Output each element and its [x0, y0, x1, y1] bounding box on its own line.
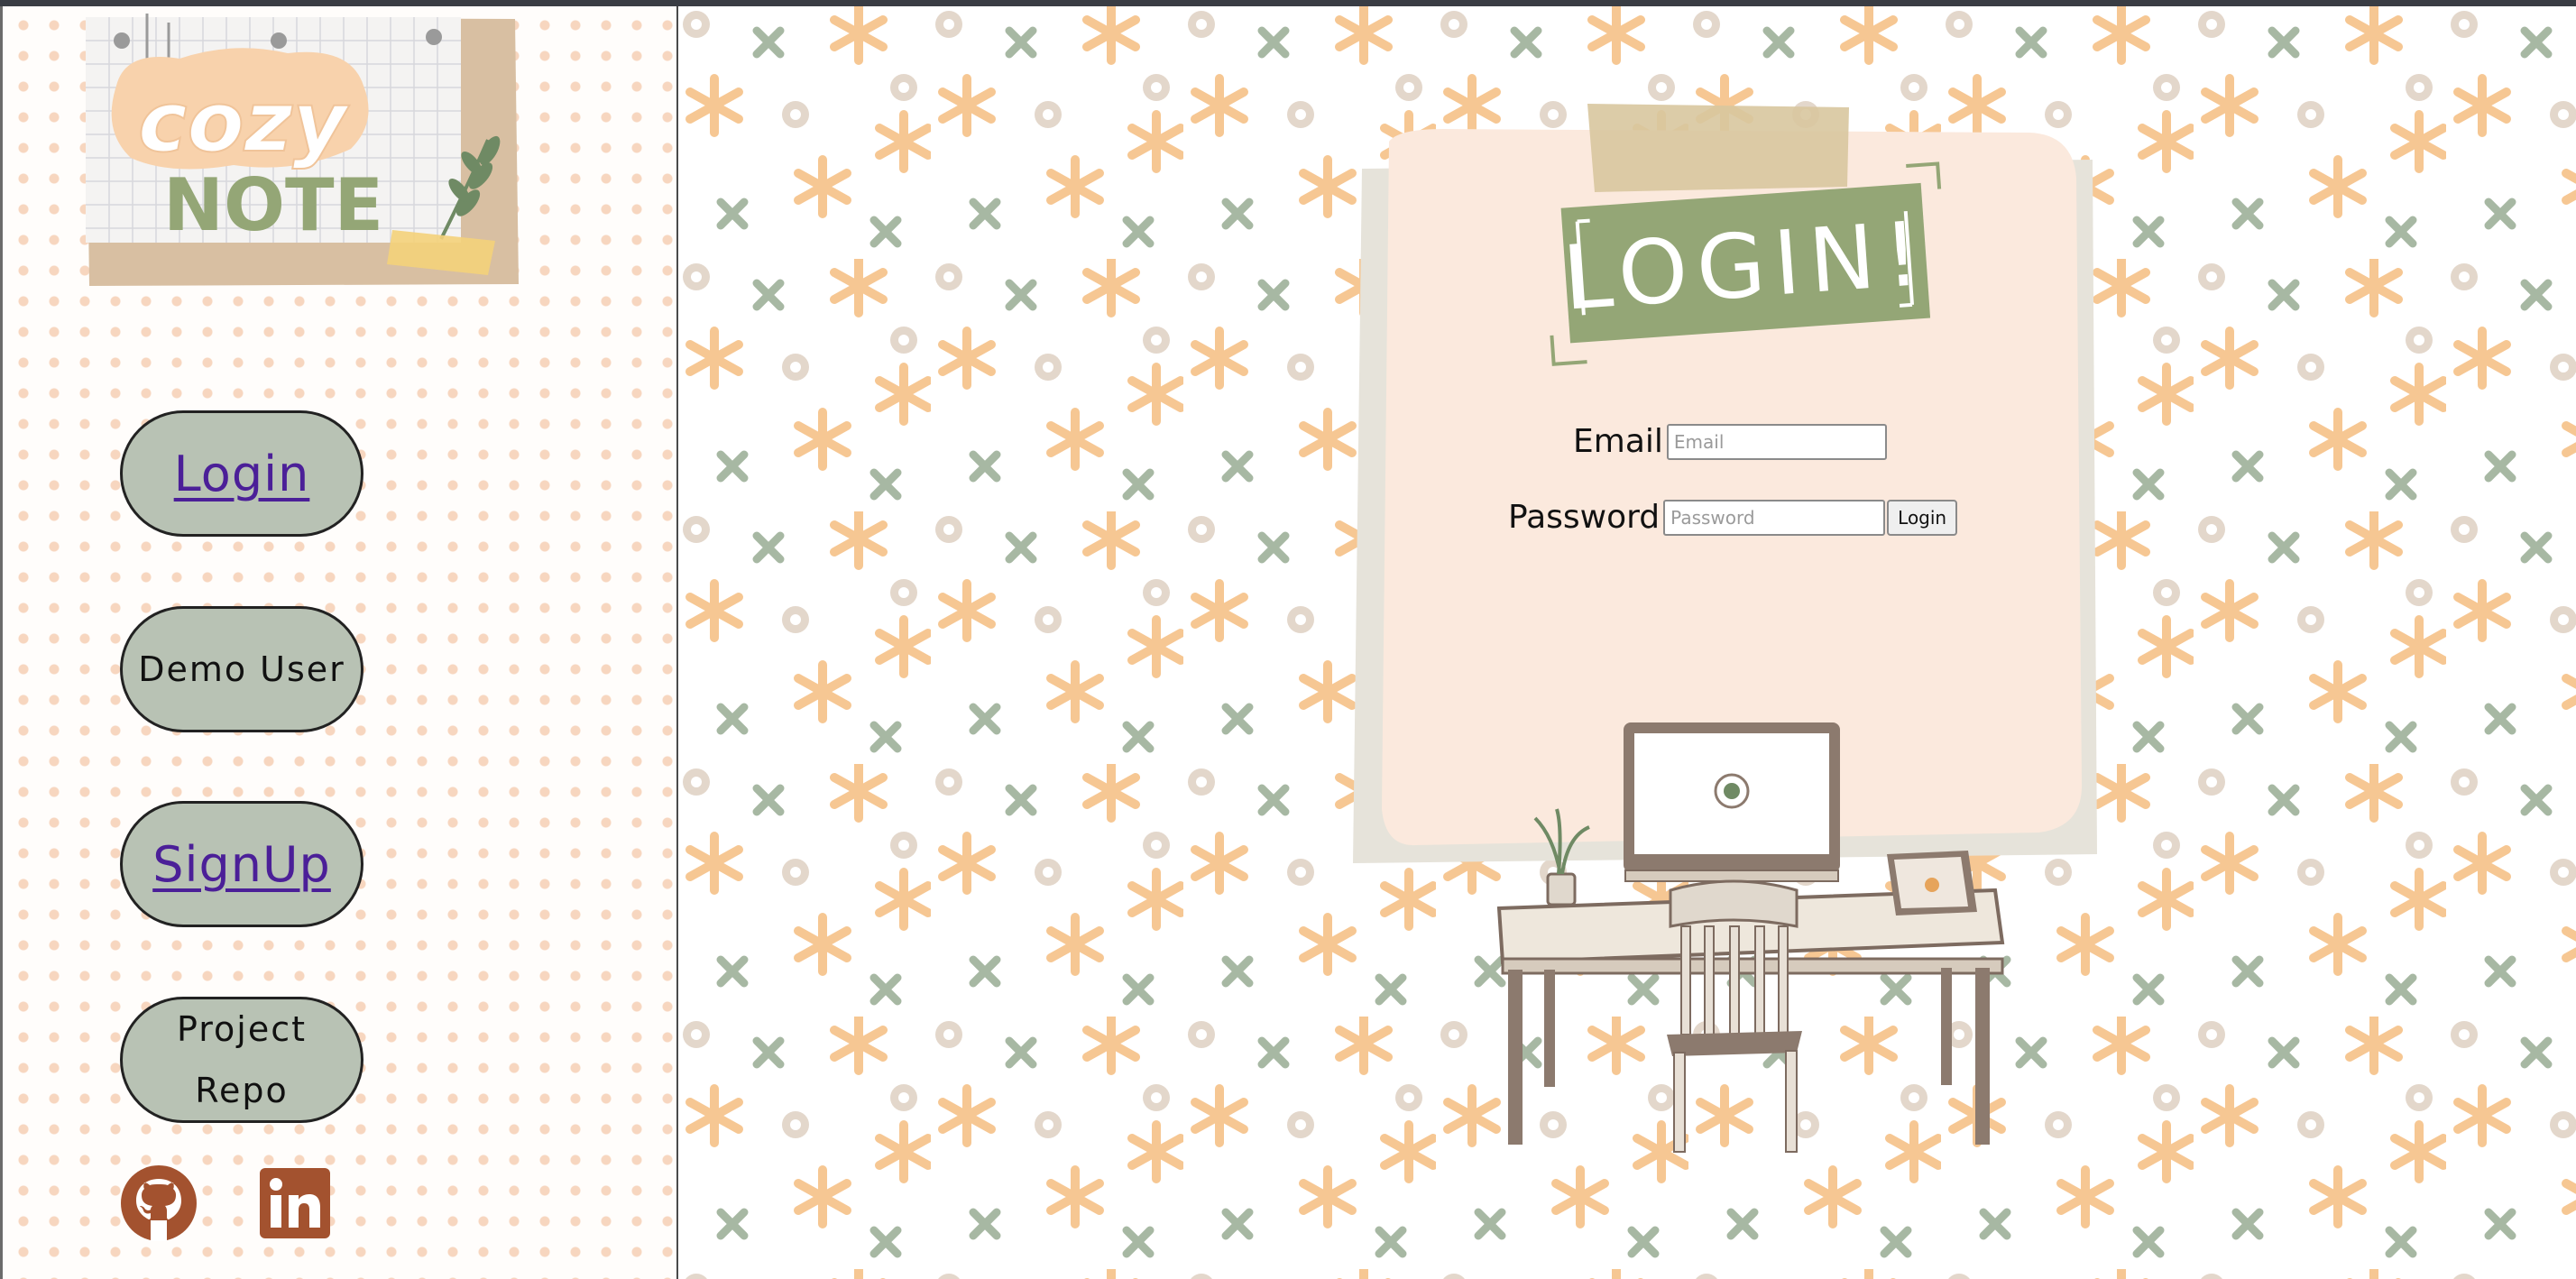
cozy-note-logo[interactable]: cozy NOTE: [80, 14, 524, 288]
password-input[interactable]: [1663, 499, 1886, 536]
login-nav-button[interactable]: Login: [120, 410, 363, 537]
email-input[interactable]: [1666, 423, 1887, 460]
demo-user-button[interactable]: Demo User: [120, 606, 363, 732]
signup-nav-button[interactable]: SignUp: [120, 801, 363, 927]
linkedin-icon[interactable]: [260, 1168, 330, 1238]
svg-text:cozy: cozy: [138, 74, 350, 170]
github-icon[interactable]: [120, 1164, 198, 1242]
window-top-bar: [0, 0, 2576, 6]
project-repo-button[interactable]: Project Repo: [120, 997, 363, 1123]
password-label: Password: [1508, 499, 1661, 536]
password-row: Password Login: [1508, 499, 1958, 536]
svg-text:NOTE: NOTE: [163, 163, 383, 247]
email-label: Email: [1573, 423, 1663, 460]
main-content: LOGIN! Email Password Login: [678, 6, 2576, 1279]
sidebar: cozy NOTE Login Demo User SignUp Project…: [0, 6, 678, 1279]
desk-illustration: [1496, 722, 2005, 1153]
login-submit-button[interactable]: Login: [1887, 499, 1958, 536]
email-row: Email: [1573, 423, 1887, 460]
